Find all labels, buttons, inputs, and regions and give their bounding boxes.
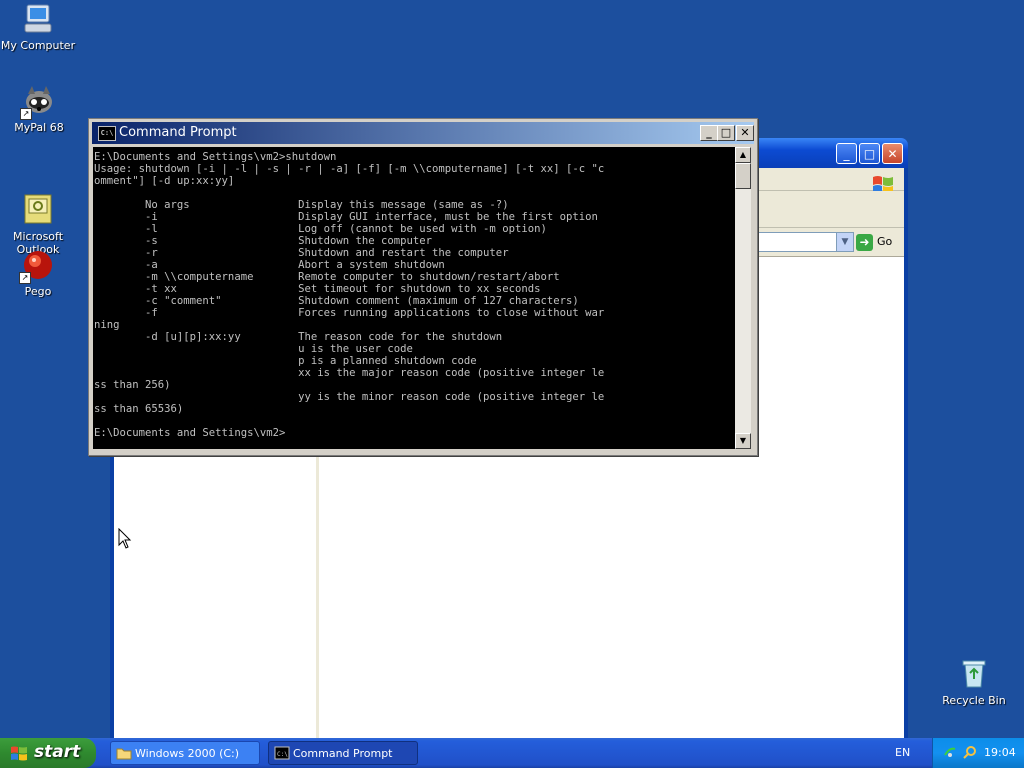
folder-icon	[116, 748, 132, 760]
maximize-button[interactable]: □	[859, 143, 880, 164]
desktop-icon-label: My Computer	[0, 39, 76, 52]
close-button[interactable]: ✕	[882, 143, 903, 164]
console-text: E:\Documents and Settings\vm2>shutdown U…	[94, 151, 605, 439]
desktop-icon-label: MyPal 68	[14, 121, 64, 134]
scroll-down-icon[interactable]: ▼	[735, 433, 751, 449]
address-combo[interactable]: ▼	[744, 232, 854, 252]
desktop-icon-recycle-bin[interactable]: Recycle Bin	[936, 657, 1012, 707]
scroll-thumb[interactable]	[735, 163, 751, 189]
desktop-icon-my-computer[interactable]: My Computer	[0, 2, 76, 52]
minimize-button[interactable]: _	[836, 143, 857, 164]
taskbar-button-label: Windows 2000 (C:)	[135, 747, 240, 760]
shortcut-arrow-icon: ↗	[19, 272, 31, 284]
desktop-icon-label: Recycle Bin	[942, 694, 1006, 707]
taskbar-button-windows-2000[interactable]: Windows 2000 (C:)	[110, 741, 260, 765]
cmd-titlebar[interactable]: C:\ Command Prompt _ □ ✕	[92, 122, 754, 144]
start-button[interactable]: start	[0, 738, 96, 768]
taskbar-button-command-prompt[interactable]: C:\ Command Prompt	[268, 741, 418, 765]
clock[interactable]: 19:04	[984, 746, 1016, 759]
desktop-icon-pego[interactable]: ↗ Pego	[0, 248, 76, 298]
cmd-title-text: Command Prompt	[119, 125, 237, 140]
console-output[interactable]: E:\Documents and Settings\vm2>shutdown U…	[93, 147, 735, 449]
cmd-icon: C:\	[98, 126, 116, 141]
outlook-icon	[21, 180, 55, 224]
cmd-icon: C:\	[274, 746, 290, 760]
scroll-up-icon[interactable]: ▲	[735, 147, 751, 163]
pego-icon: ↗	[19, 248, 55, 284]
minimize-button[interactable]: _	[700, 125, 718, 141]
svg-text:C:\: C:\	[277, 751, 288, 758]
desktop-icon-label: Pego	[24, 285, 52, 298]
search-icon[interactable]	[963, 745, 977, 759]
vertical-scrollbar[interactable]: ▲ ▼	[735, 147, 751, 449]
taskbar: start Windows 2000 (C:) C:\ Command Prom…	[0, 738, 1024, 768]
shortcut-arrow-icon: ↗	[20, 108, 32, 120]
close-button[interactable]: ✕	[736, 125, 754, 141]
language-indicator[interactable]: EN	[895, 746, 910, 759]
taskbar-button-label: Command Prompt	[293, 747, 393, 760]
command-prompt-window[interactable]: C:\ Command Prompt _ □ ✕ E:\Documents an…	[88, 118, 758, 456]
recycle-bin-icon	[957, 657, 991, 691]
maximize-button[interactable]: □	[717, 125, 735, 141]
mouse-cursor-icon	[118, 528, 132, 549]
start-label: start	[34, 742, 81, 762]
my-computer-icon	[21, 2, 55, 36]
system-tray: 19:04	[932, 738, 1024, 768]
desktop-icon-mypal[interactable]: ↗ MyPal 68	[1, 84, 77, 134]
network-icon[interactable]	[943, 745, 957, 759]
chevron-down-icon[interactable]: ▼	[836, 233, 853, 251]
go-arrow-icon: ➜	[856, 233, 873, 251]
windows-flag-icon	[11, 746, 27, 761]
go-button[interactable]: ➜ Go	[856, 231, 904, 252]
go-label: Go	[877, 235, 893, 248]
mypal-icon: ↗	[20, 84, 56, 120]
